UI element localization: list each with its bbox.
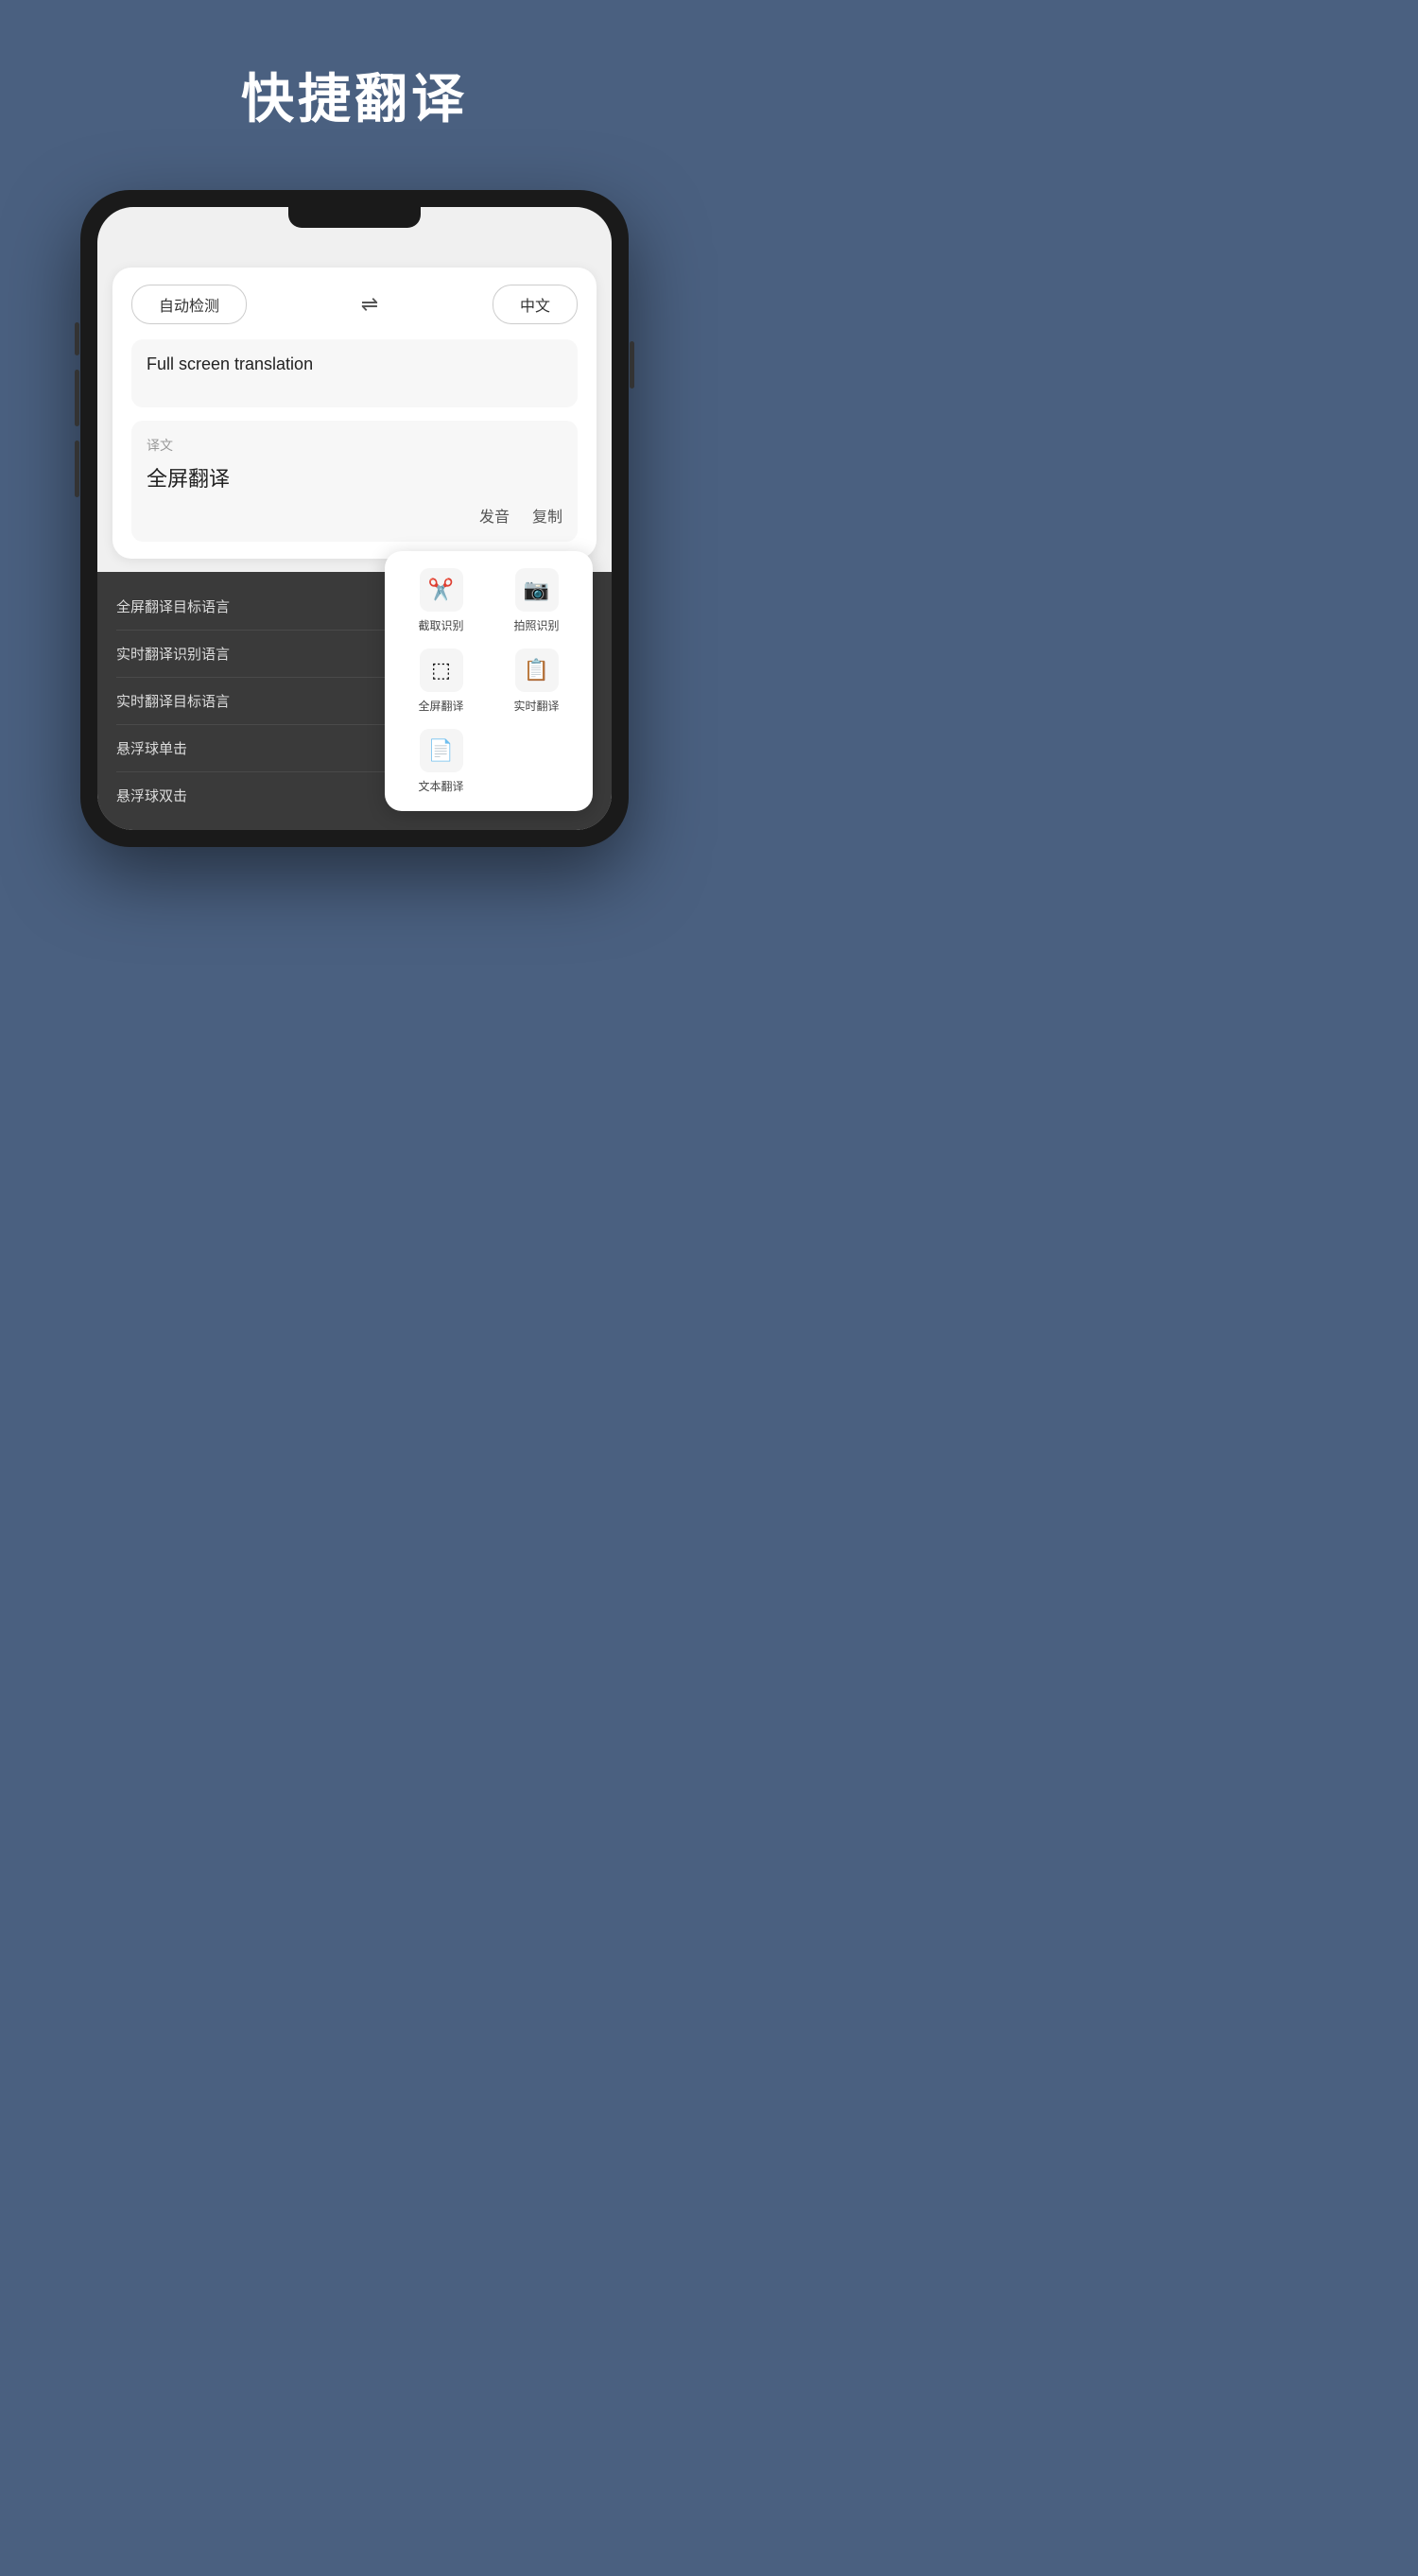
phone-notch — [288, 207, 421, 228]
settings-label-1: 实时翻译识别语言 — [116, 644, 230, 664]
settings-label-4: 悬浮球双击 — [116, 786, 187, 805]
power-button — [630, 341, 634, 389]
translation-card: 自动检测 ⇌ 中文 Full screen translation 译文 全屏翻… — [112, 268, 597, 559]
text-icon: 📄 — [420, 729, 463, 772]
silent-button — [75, 322, 79, 355]
phone-screen: 自动检测 ⇌ 中文 Full screen translation 译文 全屏翻… — [97, 207, 612, 830]
quick-item-crop[interactable]: ✂️ 截取识别 — [398, 568, 484, 633]
fullscreen-icon: ⬚ — [420, 648, 463, 692]
quick-label-2: 全屏翻译 — [418, 698, 463, 714]
swap-icon[interactable]: ⇌ — [361, 292, 378, 317]
settings-label-0: 全屏翻译目标语言 — [116, 596, 230, 616]
quick-label-1: 拍照识别 — [513, 617, 559, 633]
quick-panel-grid: ✂️ 截取识别 📷 拍照识别 ⬚ 全屏翻译 📋 实时翻译 — [398, 568, 579, 794]
quick-label-4: 文本翻译 — [418, 778, 463, 794]
quick-item-text[interactable]: 📄 文本翻译 — [398, 729, 484, 794]
quick-item-fullscreen[interactable]: ⬚ 全屏翻译 — [398, 648, 484, 714]
quick-item-photo[interactable]: 📷 拍照识别 — [493, 568, 579, 633]
action-row: 发音 复制 — [147, 504, 562, 527]
phone-frame: 自动检测 ⇌ 中文 Full screen translation 译文 全屏翻… — [80, 190, 629, 847]
quick-label-0: 截取识别 — [418, 617, 463, 633]
screen-content: 自动检测 ⇌ 中文 Full screen translation 译文 全屏翻… — [97, 207, 612, 830]
settings-label-3: 悬浮球单击 — [116, 738, 187, 758]
volume-down-button — [75, 441, 79, 497]
settings-label-2: 实时翻译目标语言 — [116, 691, 230, 711]
page-title: 快捷翻译 — [241, 57, 468, 133]
realtime-icon: 📋 — [515, 648, 559, 692]
speak-button[interactable]: 发音 — [479, 504, 510, 527]
input-area[interactable]: Full screen translation — [131, 339, 578, 407]
output-area: 译文 全屏翻译 发音 复制 — [131, 421, 578, 542]
quick-action-panel: ✂️ 截取识别 📷 拍照识别 ⬚ 全屏翻译 📋 实时翻译 — [385, 551, 593, 811]
output-label: 译文 — [147, 436, 562, 455]
crop-icon: ✂️ — [420, 568, 463, 612]
source-lang-button[interactable]: 自动检测 — [131, 285, 247, 324]
volume-up-button — [75, 370, 79, 426]
quick-item-realtime[interactable]: 📋 实时翻译 — [493, 648, 579, 714]
output-text: 全屏翻译 — [147, 462, 562, 493]
quick-label-3: 实时翻译 — [513, 698, 559, 714]
copy-button[interactable]: 复制 — [532, 504, 562, 527]
input-text: Full screen translation — [147, 354, 313, 373]
language-selector-row: 自动检测 ⇌ 中文 — [131, 285, 578, 324]
target-lang-button[interactable]: 中文 — [493, 285, 578, 324]
camera-icon: 📷 — [515, 568, 559, 612]
